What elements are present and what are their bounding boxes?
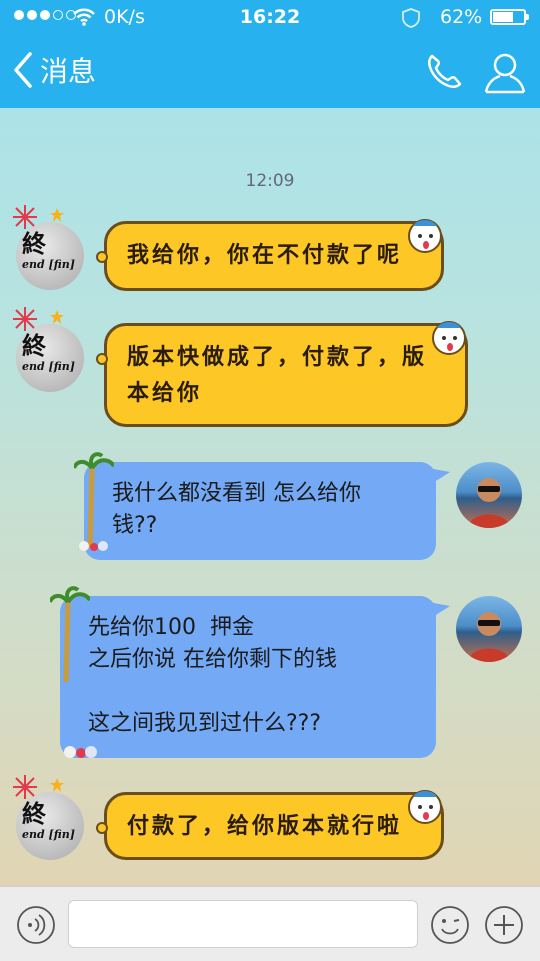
firework-icon bbox=[13, 307, 37, 331]
message-text: 这之间我见到过什么??? bbox=[88, 711, 322, 736]
message-text: 我给你，你在不付款了呢 bbox=[127, 243, 403, 268]
status-bar: 0K/s 16:22 62% bbox=[0, 0, 540, 36]
my-avatar[interactable] bbox=[456, 462, 522, 528]
message-bubble[interactable]: 版本快做成了，付款了，版 本给你 bbox=[96, 321, 468, 427]
top-bar: 0K/s 16:22 62% 消息 bbox=[0, 0, 540, 108]
back-button[interactable]: 消息 bbox=[12, 50, 96, 90]
bubble-tail bbox=[428, 468, 450, 486]
location-icon bbox=[402, 8, 420, 28]
contact-avatar[interactable]: 終 end [fin] bbox=[16, 324, 84, 392]
avatar-subtext: end [fin] bbox=[22, 360, 75, 373]
avatar-subtext: end [fin] bbox=[22, 258, 75, 271]
person-photo-icon bbox=[468, 478, 510, 528]
phone-icon[interactable] bbox=[422, 50, 466, 94]
message-text: 本给你 bbox=[127, 381, 203, 406]
message-timestamp: 12:09 bbox=[245, 171, 295, 191]
firework-icon bbox=[13, 205, 37, 229]
battery-icon bbox=[490, 9, 529, 25]
voice-icon[interactable] bbox=[16, 905, 56, 945]
mascot-icon bbox=[408, 790, 442, 824]
message-text: 付款了，给你版本就行啦 bbox=[127, 814, 403, 839]
back-label: 消息 bbox=[40, 55, 97, 88]
message-text: 钱?? bbox=[112, 513, 158, 538]
star-icon bbox=[50, 778, 64, 792]
palm-tree-icon bbox=[50, 586, 90, 683]
my-avatar[interactable] bbox=[456, 596, 522, 662]
message-text: 版本快做成了，付款了，版 bbox=[127, 345, 428, 370]
mascot-icon bbox=[408, 219, 442, 253]
avatar-subtext: end [fin] bbox=[22, 828, 75, 841]
message-bubble[interactable]: 先给你100 押金 之后你说 在给你剩下的钱 这之间我见到过什么??? bbox=[50, 586, 450, 758]
message-text: 之后你说 在给你剩下的钱 bbox=[88, 647, 337, 672]
message-text: 我什么都没看到 怎么给你 bbox=[112, 481, 361, 506]
person-photo-icon bbox=[468, 612, 510, 662]
palm-tree-icon bbox=[74, 452, 114, 551]
plus-icon[interactable] bbox=[484, 905, 524, 945]
bubble-tail bbox=[96, 353, 108, 365]
bubble-tail bbox=[96, 822, 108, 834]
input-bar bbox=[0, 886, 540, 961]
bubble-tail bbox=[428, 602, 450, 620]
star-icon bbox=[50, 310, 64, 324]
emoji-icon[interactable] bbox=[430, 905, 470, 945]
message-input[interactable] bbox=[68, 900, 418, 948]
message-bubble[interactable]: 我什么都没看到 怎么给你 钱?? bbox=[74, 452, 450, 560]
person-icon[interactable] bbox=[482, 50, 528, 94]
firework-icon bbox=[13, 775, 37, 799]
message-bubble[interactable]: 付款了，给你版本就行啦 bbox=[96, 790, 444, 860]
contact-avatar[interactable]: 終 end [fin] bbox=[16, 792, 84, 860]
flower-decoration-icon bbox=[64, 746, 97, 758]
star-icon bbox=[50, 208, 64, 222]
message-text: 先给你100 押金 bbox=[88, 615, 254, 640]
contact-avatar[interactable]: 終 end [fin] bbox=[16, 222, 84, 290]
message-bubble[interactable]: 我给你，你在不付款了呢 bbox=[96, 219, 444, 291]
battery-percent: 62% bbox=[440, 6, 483, 28]
chevron-left-icon bbox=[14, 52, 32, 88]
mascot-icon bbox=[432, 321, 466, 355]
bubble-tail bbox=[96, 251, 108, 263]
message-text bbox=[88, 676, 416, 708]
